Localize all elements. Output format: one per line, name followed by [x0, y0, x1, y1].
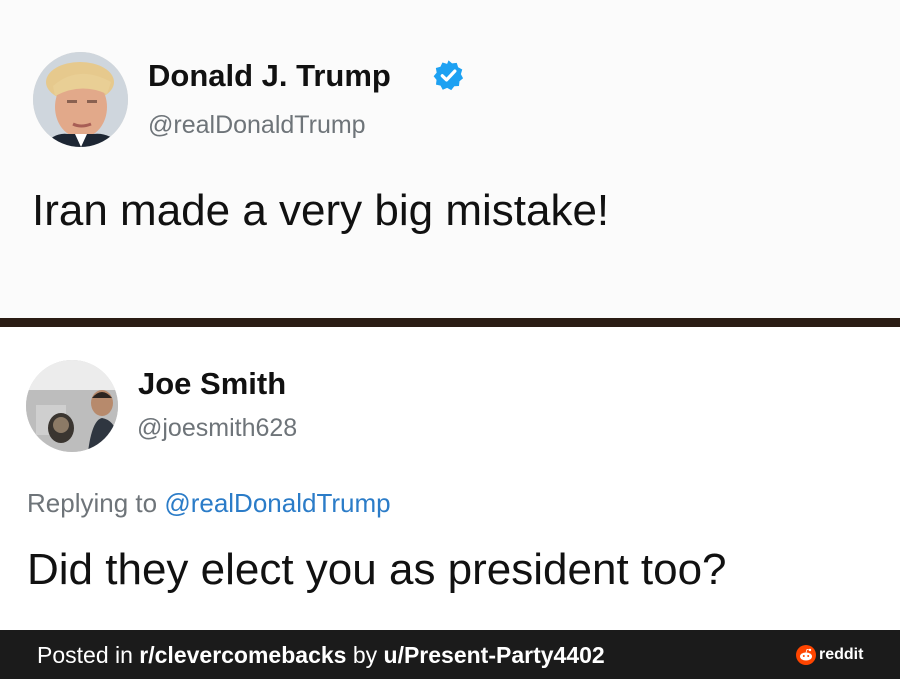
author-name[interactable]: Joe Smith: [138, 366, 286, 402]
reddit-wordmark: reddit: [819, 646, 864, 663]
replying-prefix: Replying to: [27, 488, 165, 518]
verified-check-icon: [433, 60, 464, 91]
divider: [0, 318, 900, 327]
author-handle[interactable]: @realDonaldTrump: [148, 111, 366, 140]
reddit-logo[interactable]: reddit: [796, 645, 863, 665]
by-prefix: by: [346, 642, 384, 668]
avatar-trump-image: [33, 52, 128, 147]
subreddit-link[interactable]: r/clevercomebacks: [139, 642, 346, 668]
posted-in-prefix: Posted in: [37, 642, 140, 668]
reddit-alien-icon: [796, 645, 816, 665]
author-name[interactable]: Donald J. Trump: [148, 58, 391, 94]
replying-to: Replying to @realDonaldTrump: [27, 488, 391, 519]
avatar-joe[interactable]: [26, 360, 118, 452]
reply-tweet: Joe Smith @joesmith628 Replying to @real…: [0, 327, 900, 630]
original-tweet: Donald J. Trump @realDonaldTrump Iran ma…: [0, 0, 900, 318]
user-link[interactable]: u/Present-Party4402: [384, 642, 605, 668]
tweet-text: Iran made a very big mistake!: [32, 186, 610, 235]
author-handle[interactable]: @joesmith628: [137, 414, 297, 443]
post-attribution: Posted in r/clevercomebacks by u/Present…: [37, 642, 605, 669]
mention-link[interactable]: @realDonaldTrump: [164, 488, 390, 518]
avatar-trump[interactable]: [33, 52, 128, 147]
reddit-footer: Posted in r/clevercomebacks by u/Present…: [0, 630, 900, 679]
avatar-joe-image: [26, 360, 118, 452]
tweet-text: Did they elect you as president too?: [27, 545, 727, 594]
